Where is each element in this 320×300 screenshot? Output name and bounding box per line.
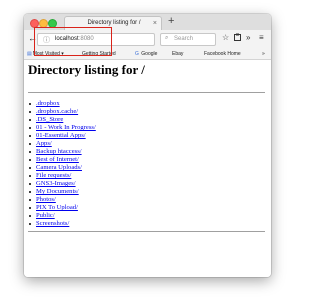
list-item: 01-Essential Apps/ (29, 132, 96, 140)
clipboard-icon[interactable] (234, 33, 241, 41)
list-item: File requests/ (29, 172, 96, 180)
directory-link[interactable]: Screenshots/ (36, 220, 69, 227)
divider (28, 92, 265, 93)
directory-link[interactable]: Apps/ (36, 140, 52, 147)
search-placeholder: Search (174, 36, 194, 42)
new-tab-button[interactable]: + (168, 15, 174, 27)
bookmark-most-visited[interactable]: ▤Most Visited ▾ (27, 51, 64, 57)
directory-list: .dropbox .dropbox.cache/ .DS_Store 01 - … (29, 100, 96, 228)
list-item: .dropbox (29, 100, 96, 108)
list-item: Screenshots/ (29, 220, 96, 228)
url-host: localhost (55, 36, 79, 42)
hamburger-menu-icon[interactable]: ≡ (259, 33, 264, 42)
directory-link[interactable]: Best of Internet/ (36, 156, 79, 163)
divider (28, 231, 265, 232)
list-item: Photos/ (29, 196, 96, 204)
directory-link[interactable]: PIX To Upload/ (36, 204, 78, 211)
google-icon: G (135, 51, 139, 57)
url-text: localhost:8080 (55, 36, 94, 42)
url-port: :8080 (78, 36, 94, 42)
list-item: .dropbox.cache/ (29, 108, 96, 116)
directory-link[interactable]: GNS3-Images/ (36, 180, 76, 187)
bookmark-ebay[interactable]: Ebay (172, 51, 183, 57)
bookmark-facebook-home[interactable]: Facebook Home (204, 51, 241, 57)
directory-link[interactable]: Public/ (36, 212, 55, 219)
bookmark-label: Facebook Home (204, 51, 241, 57)
tab-title: Directory listing for / (87, 20, 141, 26)
directory-link[interactable]: 01 - Work In Progress/ (36, 124, 96, 131)
maximize-window-button[interactable] (48, 19, 57, 28)
directory-link[interactable]: .DS_Store (36, 116, 63, 123)
tab-close-icon[interactable]: × (153, 17, 157, 30)
directory-link[interactable]: Photos/ (36, 196, 56, 203)
bookmark-label: Google (141, 51, 158, 57)
search-input[interactable]: ⌕ Search (160, 33, 216, 46)
bookmark-label: Ebay (172, 51, 184, 57)
bookmark-google[interactable]: G Google (135, 51, 157, 57)
tab-directory-listing[interactable]: Directory listing for / × (64, 16, 162, 30)
bookmarks-toolbar: ▤Most Visited ▾ Getting Started G Google… (24, 49, 271, 60)
list-item: 01 - Work In Progress/ (29, 124, 96, 132)
list-item: PIX To Upload/ (29, 204, 96, 212)
list-item: .DS_Store (29, 116, 96, 124)
navigation-toolbar: ← ⓘ localhost:8080 C ⌕ Search ☆ » ≡ (24, 30, 271, 50)
page-content: Directory listing for / .dropbox .dropbo… (24, 60, 271, 277)
list-item: Camera Uploads/ (29, 164, 96, 172)
bookmark-getting-started[interactable]: Getting Started (82, 51, 116, 57)
bookmark-star-icon[interactable]: ☆ (222, 33, 229, 42)
page-title: Directory listing for / (28, 62, 145, 77)
directory-link[interactable]: .dropbox (36, 100, 60, 107)
bookmark-label: Most Visited (32, 51, 60, 57)
directory-link[interactable]: Backup htaccess/ (36, 148, 82, 155)
browser-window: Directory listing for / × + ← ⓘ localhos… (24, 14, 271, 277)
chevron-down-icon: ▾ (61, 51, 64, 57)
back-arrow-icon[interactable]: ← (28, 33, 37, 43)
minimize-window-button[interactable] (39, 19, 48, 28)
folder-icon: ▤ (27, 51, 32, 57)
directory-link[interactable]: File requests/ (36, 172, 71, 179)
overflow-chevron-icon[interactable]: » (246, 33, 250, 42)
close-window-button[interactable] (30, 19, 39, 28)
directory-link[interactable]: Camera Uploads/ (36, 164, 82, 171)
site-info-icon[interactable]: ⓘ (43, 35, 50, 45)
bookmark-label: Getting Started (82, 51, 116, 57)
directory-link[interactable]: .dropbox.cache/ (36, 108, 78, 115)
directory-link[interactable]: 01-Essential Apps/ (36, 132, 86, 139)
list-item: Best of Internet/ (29, 156, 96, 164)
title-bar: Directory listing for / × + (24, 14, 271, 30)
list-item: Public/ (29, 212, 96, 220)
list-item: Apps/ (29, 140, 96, 148)
list-item: GNS3-Images/ (29, 180, 96, 188)
list-item: My Documents/ (29, 188, 96, 196)
directory-link[interactable]: My Documents/ (36, 188, 79, 195)
list-item: Backup htaccess/ (29, 148, 96, 156)
bookmarks-overflow-icon[interactable]: » (262, 51, 265, 57)
address-bar[interactable]: ⓘ localhost:8080 C (37, 33, 167, 46)
search-icon: ⌕ (165, 35, 169, 41)
